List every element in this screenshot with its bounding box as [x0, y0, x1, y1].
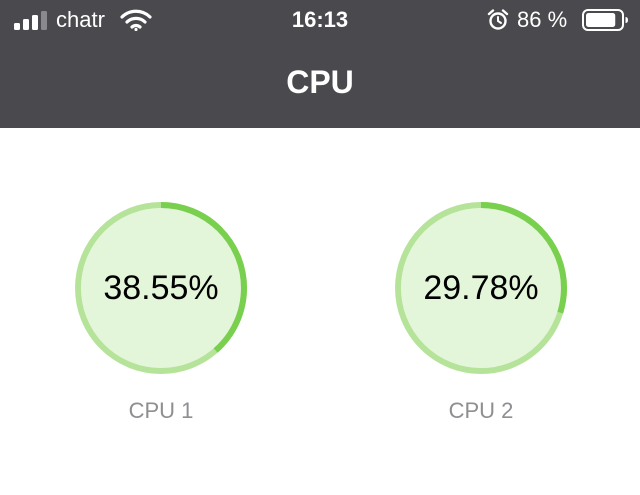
cpu-2-value: 29.78% [423, 269, 539, 307]
alarm-clock-icon [487, 9, 509, 30]
battery-icon [582, 9, 628, 31]
carrier-name: chatr [56, 7, 105, 32]
top-bar: chatr 16:13 86 % CPU [0, 0, 640, 128]
cpu-2-gauge: 29.78% [393, 200, 569, 376]
signal-icon [14, 11, 47, 30]
status-bar: chatr 16:13 86 % [0, 0, 640, 40]
cpu-screen: chatr 16:13 86 % CPU 38.55% CPU 1 29.78%… [0, 0, 640, 495]
cpu-1-value: 38.55% [103, 269, 219, 307]
page-title: CPU [286, 64, 354, 100]
wifi-icon [120, 9, 152, 31]
cpu-1-gauge: 38.55% [73, 200, 249, 376]
cpu-2-label: CPU 2 [448, 398, 514, 423]
battery-percent: 86 % [517, 7, 568, 32]
cpu-1-label: CPU 1 [128, 398, 194, 423]
